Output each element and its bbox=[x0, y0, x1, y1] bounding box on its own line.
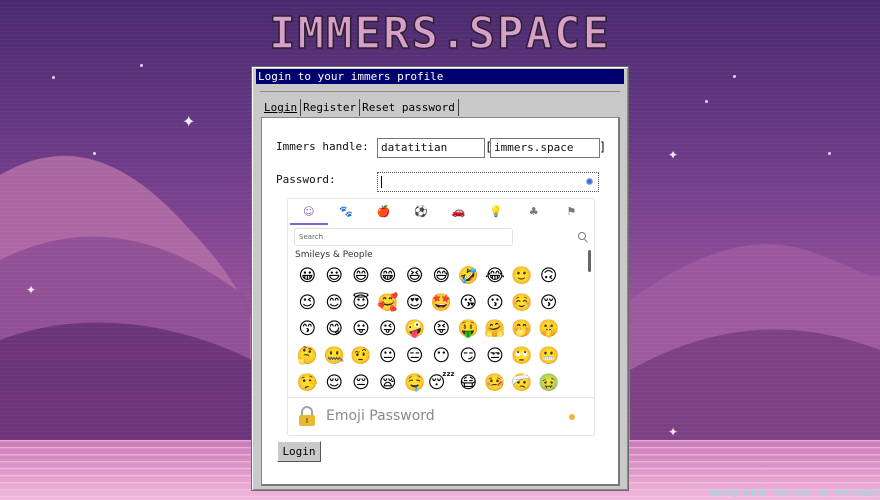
sparkle-icon: ✦ bbox=[668, 425, 679, 439]
emoji-button[interactable]: 😅 bbox=[428, 263, 455, 290]
emoji-button[interactable]: 😚 bbox=[535, 290, 562, 317]
objects-icon[interactable]: 💡 bbox=[478, 199, 516, 223]
site-logo: IMMERS.SPACE bbox=[0, 7, 880, 60]
emoji-button[interactable]: 😴 bbox=[428, 369, 455, 396]
emoji-button[interactable]: 🤐 bbox=[321, 343, 348, 370]
emoji-section-title: Smileys & People bbox=[295, 250, 373, 260]
domain-input[interactable]: immers.space bbox=[490, 138, 600, 158]
emoji-button[interactable]: 😶 bbox=[428, 343, 455, 370]
emoji-button[interactable]: 😘 bbox=[455, 290, 482, 317]
password-input[interactable] bbox=[377, 172, 599, 192]
emoji-search-input[interactable]: Search bbox=[294, 228, 513, 246]
emoji-button[interactable]: 😪 bbox=[374, 369, 401, 396]
emoji-button[interactable]: 🙂 bbox=[508, 263, 535, 290]
emoji-button[interactable]: 😜 bbox=[374, 316, 401, 343]
emoji-button[interactable]: 🙄 bbox=[508, 343, 535, 370]
emoji-button[interactable]: 🤒 bbox=[482, 369, 509, 396]
emoji-button[interactable]: 🤤 bbox=[401, 369, 428, 396]
emoji-button[interactable]: 🙃 bbox=[535, 263, 562, 290]
emoji-button[interactable]: 😏 bbox=[455, 343, 482, 370]
emoji-button[interactable]: 😝 bbox=[428, 316, 455, 343]
food-icon[interactable]: 🍎 bbox=[365, 199, 403, 223]
star-dot bbox=[828, 152, 831, 155]
emoji-picker-footer: Emoji Password bbox=[288, 397, 594, 436]
emoji-button[interactable]: 😌 bbox=[321, 369, 348, 396]
search-icon bbox=[578, 232, 586, 240]
emoji-button[interactable]: 😇 bbox=[348, 290, 375, 317]
emoji-password-label: Emoji Password bbox=[326, 408, 435, 424]
emoji-button[interactable]: 😛 bbox=[348, 316, 375, 343]
tab-login[interactable]: Login bbox=[262, 99, 302, 116]
sparkle-icon: ✦ bbox=[26, 283, 37, 297]
emoji-button[interactable]: 😐 bbox=[374, 343, 401, 370]
emoji-scrollbar[interactable] bbox=[588, 250, 591, 272]
login-panel: Immers handle: datatitian [ immers.space… bbox=[261, 117, 620, 486]
emoji-button[interactable]: 😷 bbox=[455, 369, 482, 396]
emoji-button[interactable]: 🤪 bbox=[401, 316, 428, 343]
activities-icon[interactable]: ⚽ bbox=[403, 199, 441, 223]
emoji-button[interactable]: 😒 bbox=[482, 343, 509, 370]
emoji-button[interactable]: 🤗 bbox=[482, 316, 509, 343]
emoji-button[interactable]: 😉 bbox=[294, 290, 321, 317]
divider bbox=[260, 91, 620, 92]
flags-icon[interactable]: ⚑ bbox=[553, 199, 591, 223]
emoji-button[interactable]: 😁 bbox=[374, 263, 401, 290]
emoji-button[interactable]: 😙 bbox=[294, 316, 321, 343]
background-credit: Background: Vectors by Vecteezy bbox=[710, 488, 878, 498]
emoji-button[interactable]: 🤕 bbox=[508, 369, 535, 396]
tab-reset-password[interactable]: Reset password bbox=[360, 99, 459, 116]
sparkle-icon: ✦ bbox=[182, 112, 196, 131]
star-dot bbox=[140, 64, 143, 67]
password-label: Password: bbox=[276, 173, 336, 186]
bracket-close: ] bbox=[599, 140, 607, 154]
symbols-icon[interactable]: ♣ bbox=[515, 199, 553, 223]
emoji-button[interactable]: 😋 bbox=[321, 316, 348, 343]
emoji-button[interactable]: 😀 bbox=[294, 263, 321, 290]
login-button[interactable]: Login bbox=[277, 441, 321, 462]
tab-register[interactable]: Register bbox=[301, 99, 361, 116]
emoji-category-bar: ☺ 🐾 🍎 ⚽ 🚗 💡 ♣ ⚑ bbox=[290, 199, 594, 225]
emoji-button[interactable]: 😆 bbox=[401, 263, 428, 290]
emoji-button[interactable]: 🤥 bbox=[294, 369, 321, 396]
sparkle-icon: ✦ bbox=[668, 148, 679, 162]
star-dot bbox=[52, 76, 55, 79]
emoji-button[interactable]: 🤩 bbox=[428, 290, 455, 317]
emoji-button[interactable]: 🤫 bbox=[535, 316, 562, 343]
emoji-password-toggle-icon[interactable] bbox=[586, 178, 593, 185]
text-caret bbox=[381, 176, 382, 188]
emoji-button[interactable]: 🤭 bbox=[508, 316, 535, 343]
animals-icon[interactable]: 🐾 bbox=[328, 199, 366, 223]
star-dot bbox=[733, 75, 736, 78]
emoji-button[interactable]: 🤢 bbox=[535, 369, 562, 396]
site-logo-text: IMMERS.SPACE bbox=[268, 7, 611, 60]
tab-bar: Login Register Reset password bbox=[262, 99, 459, 117]
handle-label: Immers handle: bbox=[276, 140, 369, 153]
emoji-button[interactable]: 🤨 bbox=[348, 343, 375, 370]
emoji-button[interactable]: 😊 bbox=[321, 290, 348, 317]
emoji-button[interactable]: ☺️ bbox=[508, 290, 535, 317]
emoji-button[interactable]: 😄 bbox=[348, 263, 375, 290]
lock-icon bbox=[299, 406, 315, 426]
travel-icon[interactable]: 🚗 bbox=[440, 199, 478, 223]
emoji-button[interactable]: 😍 bbox=[401, 290, 428, 317]
window-titlebar: Login to your immers profile bbox=[256, 69, 624, 84]
emoji-button[interactable]: 😔 bbox=[348, 369, 375, 396]
emoji-button[interactable]: 🥰 bbox=[374, 290, 401, 317]
handle-input[interactable]: datatitian bbox=[377, 138, 485, 158]
emoji-picker: ☺ 🐾 🍎 ⚽ 🚗 💡 ♣ ⚑ Search Smileys & People … bbox=[287, 198, 595, 436]
emoji-button[interactable]: 😃 bbox=[321, 263, 348, 290]
emoji-button[interactable]: 🤑 bbox=[455, 316, 482, 343]
emoji-button[interactable]: 😂 bbox=[482, 263, 509, 290]
emoji-button[interactable]: 😗 bbox=[482, 290, 509, 317]
emoji-button[interactable]: 😑 bbox=[401, 343, 428, 370]
status-dot bbox=[569, 414, 575, 420]
star-dot bbox=[705, 100, 708, 103]
emoji-button[interactable]: 😬 bbox=[535, 343, 562, 370]
login-window: Login to your immers profile Login Regis… bbox=[251, 66, 629, 491]
emoji-button[interactable]: 🤔 bbox=[294, 343, 321, 370]
star-dot bbox=[93, 152, 96, 155]
emoji-grid: 😀 😃 😄 😁 😆 😅 🤣 😂 🙂 🙃 😉 😊 😇 🥰 😍 🤩 😘 😗 ☺️ 😚 😙 😋 😛 😜 🤪 😝 🤑 🤗 🤭 🤫 🤔 🤐 🤨 😐 😑 😶 😏 😒 🙄… bbox=[294, 263, 562, 396]
emoji-button[interactable]: 🤣 bbox=[455, 263, 482, 290]
smileys-icon[interactable]: ☺ bbox=[290, 199, 328, 225]
